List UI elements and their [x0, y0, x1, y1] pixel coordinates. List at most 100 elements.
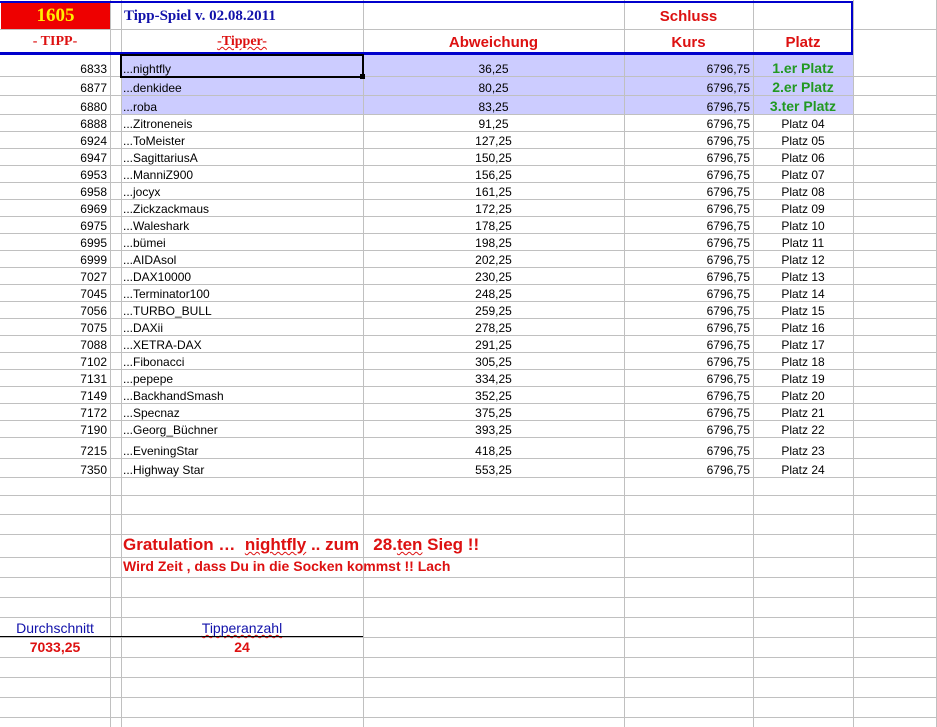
kurs-cell[interactable]: 6796,75 — [624, 319, 753, 336]
platz-cell[interactable]: Platz 11 — [753, 234, 853, 251]
abweichung-cell[interactable]: 553,25 — [363, 459, 624, 478]
tipp-cell[interactable]: 7075 — [0, 319, 110, 336]
abweichung-cell[interactable]: 305,25 — [363, 353, 624, 370]
tipp-cell[interactable]: 7088 — [0, 336, 110, 353]
abweichung-cell[interactable]: 334,25 — [363, 370, 624, 387]
abweichung-cell[interactable]: 156,25 — [363, 166, 624, 183]
abweichung-cell[interactable]: 352,25 — [363, 387, 624, 404]
kurs-cell[interactable]: 6796,75 — [624, 77, 753, 96]
tipper-cell[interactable]: ...BackhandSmash — [121, 387, 363, 404]
tipper-cell[interactable]: ...Zitroneneis — [121, 115, 363, 132]
abweichung-cell[interactable]: 150,25 — [363, 149, 624, 166]
platz-cell[interactable]: Platz 12 — [753, 251, 853, 268]
selected-cell-cursor[interactable] — [120, 54, 364, 78]
kurs-cell[interactable]: 6796,75 — [624, 149, 753, 166]
kurs-cell[interactable]: 6796,75 — [624, 183, 753, 200]
abweichung-cell[interactable]: 83,25 — [363, 96, 624, 115]
abweichung-cell[interactable]: 127,25 — [363, 132, 624, 149]
tipp-cell[interactable]: 7350 — [0, 459, 110, 478]
platz-cell[interactable]: Platz 05 — [753, 132, 853, 149]
kurs-cell[interactable]: 6796,75 — [624, 387, 753, 404]
tipp-cell[interactable]: 6969 — [0, 200, 110, 217]
tipp-cell[interactable]: 6877 — [0, 77, 110, 96]
kurs-cell[interactable]: 6796,75 — [624, 217, 753, 234]
abweichung-cell[interactable]: 172,25 — [363, 200, 624, 217]
platz-cell[interactable]: Platz 19 — [753, 370, 853, 387]
tipper-cell[interactable]: ...pepepe — [121, 370, 363, 387]
tipper-cell[interactable]: ...jocyx — [121, 183, 363, 200]
kurs-cell[interactable]: 6796,75 — [624, 336, 753, 353]
tipper-cell[interactable]: ...Fibonacci — [121, 353, 363, 370]
abweichung-cell[interactable]: 80,25 — [363, 77, 624, 96]
tipp-cell[interactable]: 6953 — [0, 166, 110, 183]
platz-cell[interactable]: Platz 08 — [753, 183, 853, 200]
abweichung-cell[interactable]: 202,25 — [363, 251, 624, 268]
kurs-cell[interactable]: 6796,75 — [624, 302, 753, 319]
tipper-cell[interactable]: ...AIDAsol — [121, 251, 363, 268]
tipper-cell[interactable]: ...DAX10000 — [121, 268, 363, 285]
platz-cell[interactable]: Platz 24 — [753, 459, 853, 478]
abweichung-cell[interactable]: 198,25 — [363, 234, 624, 251]
kurs-cell[interactable]: 6796,75 — [624, 268, 753, 285]
average-label[interactable]: Durchschnitt — [0, 621, 110, 635]
abweichung-cell[interactable]: 259,25 — [363, 302, 624, 319]
average-value[interactable]: 7033,25 — [0, 640, 110, 654]
tipper-cell[interactable]: ...Specnaz — [121, 404, 363, 421]
platz-cell[interactable]: 2.er Platz — [753, 77, 853, 96]
tipp-cell[interactable]: 6958 — [0, 183, 110, 200]
platz-cell[interactable]: Platz 20 — [753, 387, 853, 404]
tipp-cell[interactable]: 6924 — [0, 132, 110, 149]
tipper-cell[interactable]: ...Highway Star — [121, 459, 363, 478]
tipp-cell[interactable]: 6947 — [0, 149, 110, 166]
kurs-cell[interactable]: 6796,75 — [624, 285, 753, 302]
kurs-cell[interactable]: 6796,75 — [624, 251, 753, 268]
abweichung-cell[interactable]: 291,25 — [363, 336, 624, 353]
joke-message[interactable]: Wird Zeit , dass Du in die Socken kommst… — [123, 559, 450, 573]
tipper-cell[interactable]: ...DAXii — [121, 319, 363, 336]
kurs-cell[interactable]: 6796,75 — [624, 115, 753, 132]
platz-cell[interactable]: Platz 15 — [753, 302, 853, 319]
kurs-cell[interactable]: 6796,75 — [624, 459, 753, 478]
platz-cell[interactable]: Platz 21 — [753, 404, 853, 421]
tipp-cell[interactable]: 6995 — [0, 234, 110, 251]
tipp-cell[interactable]: 7056 — [0, 302, 110, 319]
kurs-cell[interactable]: 6796,75 — [624, 96, 753, 115]
tipper-cell[interactable]: ...ManniZ900 — [121, 166, 363, 183]
platz-cell[interactable]: 3.ter Platz — [753, 96, 853, 115]
platz-cell[interactable]: Platz 06 — [753, 149, 853, 166]
platz-cell[interactable]: Platz 13 — [753, 268, 853, 285]
tipper-cell[interactable]: ...Terminator100 — [121, 285, 363, 302]
tipper-cell[interactable]: ...roba — [121, 96, 363, 115]
abweichung-cell[interactable]: 393,25 — [363, 421, 624, 438]
tipp-cell[interactable]: 7045 — [0, 285, 110, 302]
abweichung-cell[interactable]: 36,25 — [363, 53, 624, 77]
tipper-cell[interactable]: ...EveningStar — [121, 438, 363, 459]
kurs-cell[interactable]: 6796,75 — [624, 370, 753, 387]
tipper-cell[interactable]: ...bümei — [121, 234, 363, 251]
tipper-cell[interactable]: ...TURBO_BULL — [121, 302, 363, 319]
kurs-cell[interactable]: 6796,75 — [624, 200, 753, 217]
abweichung-cell[interactable]: 248,25 — [363, 285, 624, 302]
abweichung-cell[interactable]: 418,25 — [363, 438, 624, 459]
tipp-cell[interactable]: 7215 — [0, 438, 110, 459]
platz-cell[interactable]: Platz 18 — [753, 353, 853, 370]
abweichung-cell[interactable]: 161,25 — [363, 183, 624, 200]
congrats-message[interactable]: Gratulation … nightfly .. zum 28.ten Sie… — [123, 536, 479, 553]
kurs-cell[interactable]: 6796,75 — [624, 438, 753, 459]
tipper-cell[interactable]: ...ToMeister — [121, 132, 363, 149]
kurs-cell[interactable]: 6796,75 — [624, 404, 753, 421]
platz-cell[interactable]: Platz 09 — [753, 200, 853, 217]
platz-cell[interactable]: Platz 04 — [753, 115, 853, 132]
kurs-cell[interactable]: 6796,75 — [624, 421, 753, 438]
tipper-cell[interactable]: ...denkidee — [121, 77, 363, 96]
kurs-cell[interactable]: 6796,75 — [624, 53, 753, 77]
tipp-cell[interactable]: 7172 — [0, 404, 110, 421]
tipp-cell[interactable]: 7131 — [0, 370, 110, 387]
count-value[interactable]: 24 — [121, 640, 363, 654]
tipper-cell[interactable]: ...Zickzackmaus — [121, 200, 363, 217]
abweichung-cell[interactable]: 230,25 — [363, 268, 624, 285]
tipp-cell[interactable]: 7190 — [0, 421, 110, 438]
tipp-cell[interactable]: 6975 — [0, 217, 110, 234]
tipper-cell[interactable]: ...Waleshark — [121, 217, 363, 234]
tipper-cell[interactable]: ...XETRA-DAX — [121, 336, 363, 353]
